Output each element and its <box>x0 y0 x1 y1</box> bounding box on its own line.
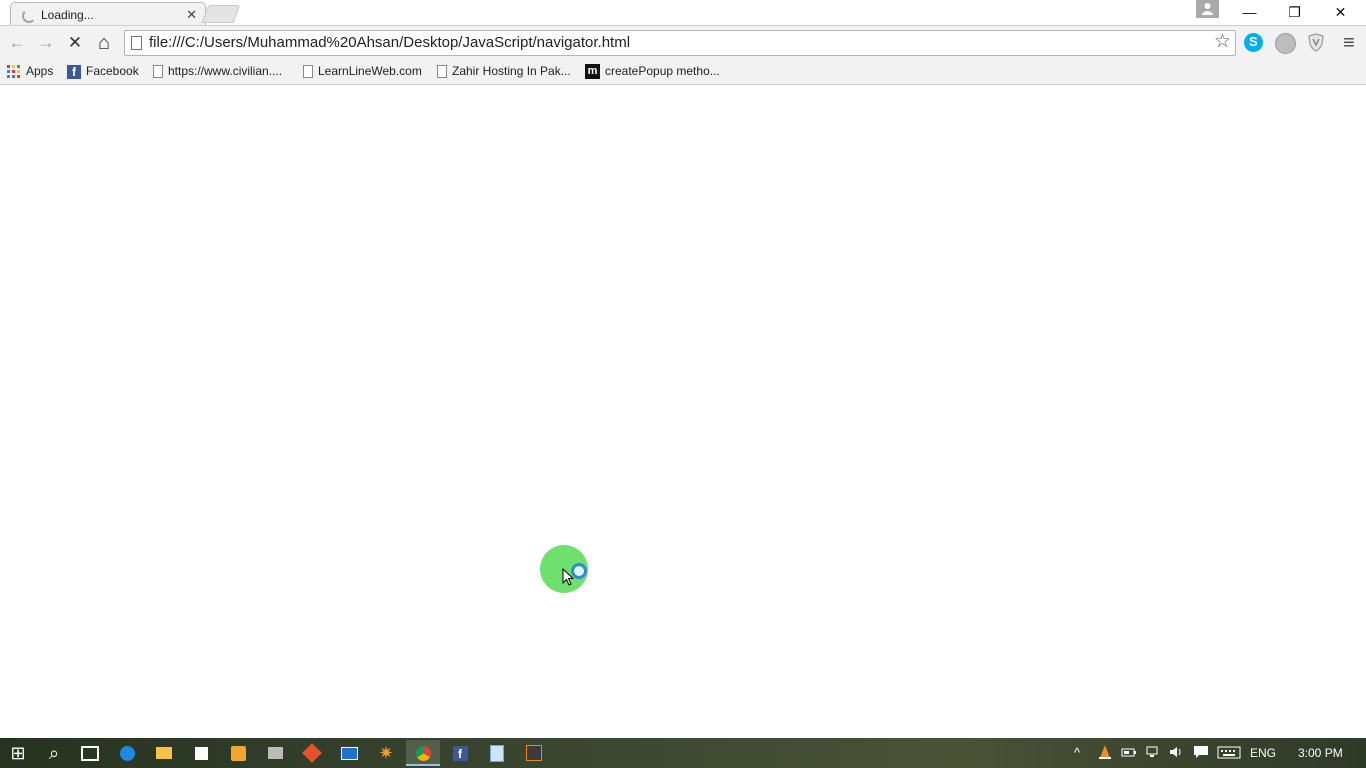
tab-close-icon[interactable]: ✕ <box>186 7 197 23</box>
bookmark-label: Zahir Hosting In Pak... <box>452 64 571 78</box>
loading-spinner-icon <box>22 9 36 23</box>
mouse-pointer-icon <box>562 568 574 586</box>
notepad-icon <box>490 744 504 762</box>
burst-icon: ✷ <box>378 743 394 763</box>
language-indicator[interactable]: ENG <box>1250 744 1276 762</box>
bookmark-label: createPopup metho... <box>605 64 720 78</box>
taskbar-outlook[interactable] <box>332 740 366 766</box>
taskbar-facebook[interactable]: f <box>443 740 477 766</box>
editor-icon <box>526 745 542 762</box>
network-icon[interactable] <box>1145 744 1161 762</box>
new-tab-button[interactable] <box>201 5 241 23</box>
taskbar-app-burst[interactable]: ✷ <box>369 740 403 766</box>
clapper-icon <box>267 747 283 760</box>
taskbar-store[interactable] <box>184 740 218 766</box>
menu-icon[interactable]: ≡ <box>1338 32 1360 54</box>
taskbar-sublime[interactable] <box>517 740 551 766</box>
taskbar-notepad[interactable] <box>480 740 514 766</box>
restore-button[interactable]: ❐ <box>1272 0 1317 25</box>
bookmark-createpopup[interactable]: m createPopup metho... <box>585 63 720 80</box>
tab-title: Loading... <box>41 8 94 22</box>
volume-icon[interactable] <box>1168 744 1184 762</box>
apps-grid-icon <box>7 64 20 78</box>
close-window-button[interactable]: ✕ <box>1318 0 1363 25</box>
tray-overflow-icon[interactable]: ^ <box>1074 744 1080 762</box>
chrome-icon <box>415 745 431 761</box>
bookmark-apps[interactable]: Apps <box>7 63 53 79</box>
bookmark-star-icon[interactable]: ☆ <box>1214 31 1231 53</box>
taskbar-file-explorer[interactable] <box>147 740 181 766</box>
action-center-icon[interactable] <box>1193 744 1209 762</box>
facebook-icon: f <box>452 745 468 761</box>
stop-button[interactable]: ✕ <box>64 32 86 54</box>
keyboard-icon[interactable] <box>1217 744 1241 762</box>
taskbar-app-red[interactable] <box>295 740 329 766</box>
bookmark-civilian[interactable]: https://www.civilian.... <box>153 63 282 79</box>
bookmark-label: https://www.civilian.... <box>168 64 283 78</box>
facebook-icon: f <box>67 64 81 79</box>
bookmark-zahir-hosting[interactable]: Zahir Hosting In Pak... <box>437 63 571 79</box>
clock[interactable]: 3:00 PM <box>1298 744 1343 762</box>
person-icon <box>1202 3 1213 15</box>
store-icon <box>194 746 208 760</box>
profile-button[interactable] <box>1196 0 1219 18</box>
battery-icon[interactable] <box>1121 744 1137 762</box>
taskbar-edge[interactable] <box>110 740 144 766</box>
address-bar[interactable]: file:///C:/Users/Muhammad%20Ahsan/Deskto… <box>124 30 1236 56</box>
bookmark-label: Facebook <box>86 64 139 78</box>
page-icon <box>303 65 313 79</box>
mail-icon <box>340 746 358 760</box>
taskbar-video-editor[interactable] <box>258 740 292 766</box>
taskbar-media-player[interactable] <box>221 740 255 766</box>
media-player-icon <box>230 745 246 761</box>
task-view-button[interactable] <box>73 740 107 766</box>
bookmark-facebook[interactable]: f Facebook <box>67 63 139 79</box>
page-content <box>0 85 1366 738</box>
start-button[interactable]: ⊞ <box>1 740 35 766</box>
search-button[interactable]: ⌕ <box>37 740 71 766</box>
taskbar-chrome[interactable] <box>406 740 440 766</box>
page-icon <box>131 36 142 50</box>
fox-icon <box>302 743 322 763</box>
back-button[interactable]: ← <box>6 32 28 54</box>
folder-icon <box>156 747 172 760</box>
bookmark-learnlineweb[interactable]: LearnLineWeb.com <box>303 63 422 79</box>
page-icon <box>437 65 447 79</box>
address-bar-url[interactable]: file:///C:/Users/Muhammad%20Ahsan/Deskto… <box>149 34 630 51</box>
vlc-tray-icon[interactable] <box>1098 744 1112 762</box>
extension-gray-icon[interactable] <box>1275 33 1296 54</box>
forward-button[interactable]: → <box>35 32 57 54</box>
minimize-button[interactable]: — <box>1227 0 1272 25</box>
bookmark-label: Apps <box>26 64 54 78</box>
skype-extension-icon[interactable]: S <box>1244 33 1263 52</box>
shield-extension-icon[interactable] <box>1307 33 1325 52</box>
edge-icon <box>119 745 135 761</box>
m-icon: m <box>585 64 600 80</box>
page-icon <box>153 65 163 79</box>
home-button[interactable]: ⌂ <box>93 32 115 54</box>
task-view-icon <box>81 745 99 761</box>
bookmark-label: LearnLineWeb.com <box>318 64 422 78</box>
